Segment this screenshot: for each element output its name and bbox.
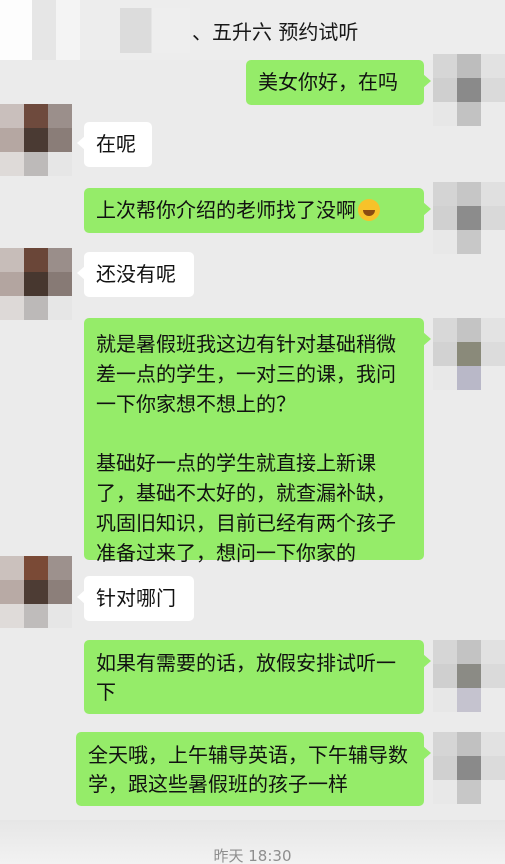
contact-avatar[interactable] [0,556,72,628]
my-avatar[interactable] [433,318,505,390]
message-bubble-received[interactable]: 在呢 [77,122,152,167]
message-bubble-sent[interactable]: 就是暑假班我这边有针对基础稍微差一点的学生，一对三的课，我问一下你家想不想上的？… [84,318,431,565]
my-avatar[interactable] [433,54,505,126]
message-text: 针对哪门 [96,586,176,610]
chat-title: 、五升六 预约试听 [192,20,359,44]
message-text: 就是暑假班我这边有针对基础稍微差一点的学生，一对三的课，我问一下你家想不想上的？ [96,332,396,416]
my-avatar[interactable] [433,640,505,712]
message-bubble-received[interactable]: 还没有呢 [77,252,194,297]
message-text: 全天哦，上午辅导英语，下午辅导数学，跟这些暑假班的孩子一样 [88,743,408,796]
chat-header: 、五升六 预约试听 [0,0,505,60]
message-bubble-sent[interactable]: 全天哦，上午辅导英语，下午辅导数学，跟这些暑假班的孩子一样 [76,732,431,806]
blurred-title-prefix [120,8,190,53]
contact-avatar[interactable] [0,104,72,176]
my-avatar[interactable] [433,182,505,254]
message-bubble-sent[interactable]: 上次帮你介绍的老师找了没啊 [84,188,431,233]
message-timestamp: 昨天 18:30 [213,847,292,864]
laughing-crying-face-icon [358,199,380,221]
chat-screen: 、五升六 预约试听 美女你好，在吗 在呢 上次帮你介绍的老师找了没啊 还没有呢 … [0,0,505,864]
message-bubble-sent[interactable]: 如果有需要的话，放假安排试听一下 [84,640,431,714]
back-arrow-icon[interactable] [0,0,80,60]
message-text: 如果有需要的话，放假安排试听一下 [96,651,396,704]
contact-avatar[interactable] [0,248,72,320]
message-text: 在呢 [96,132,136,156]
message-text: 基础好一点的学生就直接上新课了，基础不太好的，就查漏补缺，巩固旧知识，目前已经有… [96,451,396,565]
my-avatar[interactable] [433,732,505,804]
message-bubble-received[interactable]: 针对哪门 [77,576,194,621]
message-bubble-sent[interactable]: 美女你好，在吗 [246,60,431,105]
message-text: 上次帮你介绍的老师找了没啊 [96,198,356,222]
message-text: 还没有呢 [96,262,176,286]
message-text: 美女你好，在吗 [258,70,398,94]
